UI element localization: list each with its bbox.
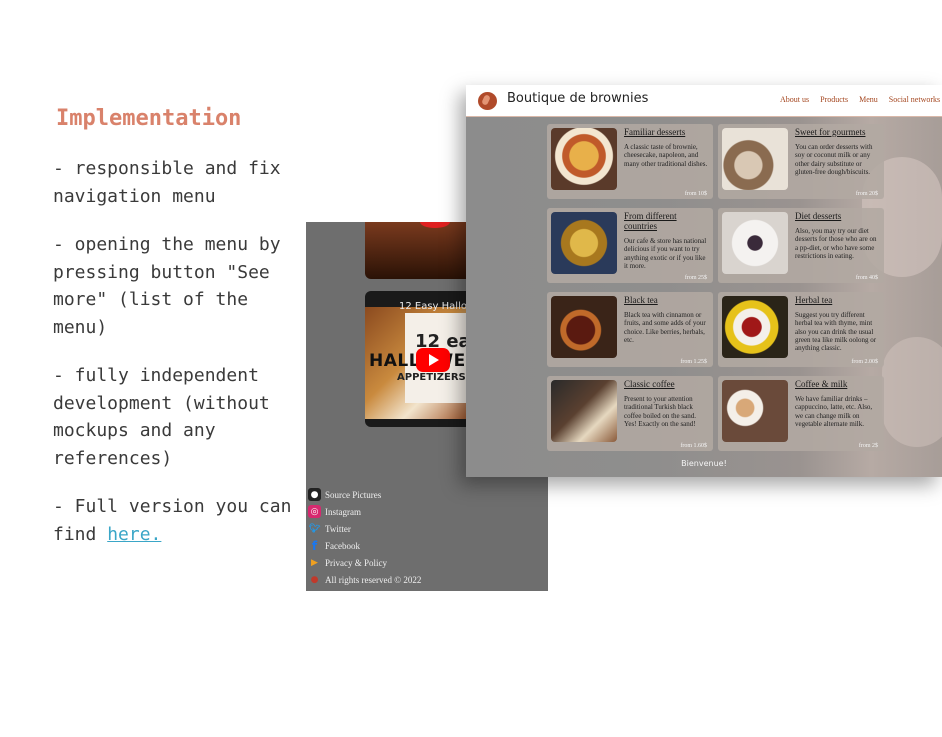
- product-image: [722, 128, 788, 190]
- point-see-more: - opening the menu by pressing button "S…: [53, 234, 281, 338]
- point-full-version: - Full version you can find here.: [53, 493, 293, 548]
- footer-links: ● Source Pictures ◎ Instagram 🐦︎ Twitter…: [308, 486, 421, 588]
- nav-social-networks[interactable]: Social networks: [889, 95, 940, 104]
- product-price: from 2.00$: [851, 359, 878, 365]
- product-card[interactable]: Sweet for gourmets You can order dessert…: [718, 124, 884, 199]
- product-title: Herbal tea: [795, 295, 833, 305]
- nav-about-us[interactable]: About us: [780, 95, 809, 104]
- navigation-bar: Boutique de brownies About us Products M…: [466, 85, 942, 117]
- product-title: Classic coffee: [624, 379, 675, 389]
- video-thumb-sub: APPETIZERS: [397, 372, 466, 383]
- section-heading: Implementation: [56, 106, 242, 131]
- video-title: 12 Easy Hallo...: [399, 301, 477, 312]
- product-card[interactable]: Herbal tea Suggest you try different her…: [718, 292, 884, 367]
- product-image: [551, 296, 617, 358]
- footer-link-label: Facebook: [325, 540, 360, 551]
- copyright-icon: ●: [310, 574, 319, 585]
- point-independent: - fully independent development (without…: [53, 365, 270, 469]
- product-card[interactable]: Classic coffee Present to your attention…: [547, 376, 713, 451]
- implementation-section: Implementation - responsible and fix nav…: [53, 104, 293, 548]
- product-image: [551, 212, 617, 274]
- product-desc: A classic taste of brownie, cheesecake, …: [624, 143, 708, 168]
- product-title: Black tea: [624, 295, 658, 305]
- play-icon[interactable]: [416, 348, 450, 372]
- footer-link-source[interactable]: ● Source Pictures: [308, 486, 421, 503]
- point-navigation: - responsible and fix navigation menu: [53, 158, 281, 207]
- product-image: [722, 212, 788, 274]
- facebook-icon: f: [311, 538, 318, 553]
- product-title: Coffee & milk: [795, 379, 848, 389]
- footer-link-label: Source Pictures: [325, 489, 382, 500]
- footer-copyright: ● All rights reserved © 2022: [308, 571, 422, 588]
- product-price: from 2$: [858, 443, 878, 449]
- product-title: Sweet for gourmets: [795, 127, 866, 137]
- product-desc: Black tea with cinnamon or fruits, and s…: [624, 311, 706, 344]
- product-image: [551, 380, 617, 442]
- policy-icon: ▶: [311, 557, 318, 568]
- footer-link-label: Twitter: [325, 523, 351, 534]
- product-card[interactable]: Diet desserts Also, you may try our diet…: [718, 208, 884, 283]
- product-title: From different countries: [624, 211, 677, 231]
- footer-link-privacy[interactable]: ▶ Privacy & Policy: [308, 554, 421, 571]
- nav-menu[interactable]: Menu: [859, 95, 878, 104]
- footer-link-label: Instagram: [325, 506, 361, 517]
- instagram-icon: ◎: [308, 505, 321, 518]
- product-title: Diet desserts: [795, 211, 842, 221]
- product-desc: We have familiar drinks – cappuccino, la…: [795, 395, 873, 428]
- product-image: [551, 128, 617, 190]
- footer-link-label: Privacy & Policy: [325, 557, 387, 568]
- twitter-icon: 🐦︎: [308, 523, 321, 534]
- here-link[interactable]: here.: [107, 524, 161, 545]
- footer-copyright-label: All rights reserved © 2022: [325, 574, 422, 585]
- product-price: from 10$: [684, 191, 707, 197]
- product-image: [722, 296, 788, 358]
- product-desc: Our cafe & store has national delicious …: [624, 237, 707, 270]
- product-image: [722, 380, 788, 442]
- cake-icon: ●: [308, 488, 321, 501]
- desktop-footer-text: Bienvenue!: [681, 459, 727, 468]
- product-card[interactable]: Familiar desserts A classic taste of bro…: [547, 124, 713, 199]
- product-card[interactable]: Coffee & milk We have familiar drinks – …: [718, 376, 884, 451]
- product-desc: Present to your attention traditional Tu…: [624, 395, 696, 428]
- product-card[interactable]: Black tea Black tea with cinnamon or fru…: [547, 292, 713, 367]
- product-title: Familiar desserts: [624, 127, 686, 137]
- footer-link-facebook[interactable]: f Facebook: [308, 537, 421, 554]
- brand-title[interactable]: Boutique de brownies: [507, 91, 648, 106]
- product-card[interactable]: From different countries Our cafe & stor…: [547, 208, 713, 283]
- product-price: from 20$: [855, 191, 878, 197]
- nav-products[interactable]: Products: [820, 95, 848, 104]
- product-desc: Also, you may try our diet desserts for …: [795, 227, 877, 260]
- brownie-logo-icon[interactable]: [478, 92, 497, 110]
- nav-links: About us Products Menu Social networks: [780, 95, 940, 104]
- product-price: from 1.60$: [680, 443, 707, 449]
- desktop-screenshot: Boutique de brownies About us Products M…: [466, 85, 942, 477]
- footer-link-twitter[interactable]: 🐦︎ Twitter: [308, 520, 421, 537]
- product-desc: Suggest you try different herbal tea wit…: [795, 311, 877, 353]
- product-price: from 40$: [855, 275, 878, 281]
- product-desc: You can order desserts with soy or cocon…: [795, 143, 873, 176]
- full-version-text: - Full version you can find: [53, 496, 292, 545]
- product-price: from 1.25$: [680, 359, 707, 365]
- product-price: from 25$: [684, 275, 707, 281]
- footer-link-instagram[interactable]: ◎ Instagram: [308, 503, 421, 520]
